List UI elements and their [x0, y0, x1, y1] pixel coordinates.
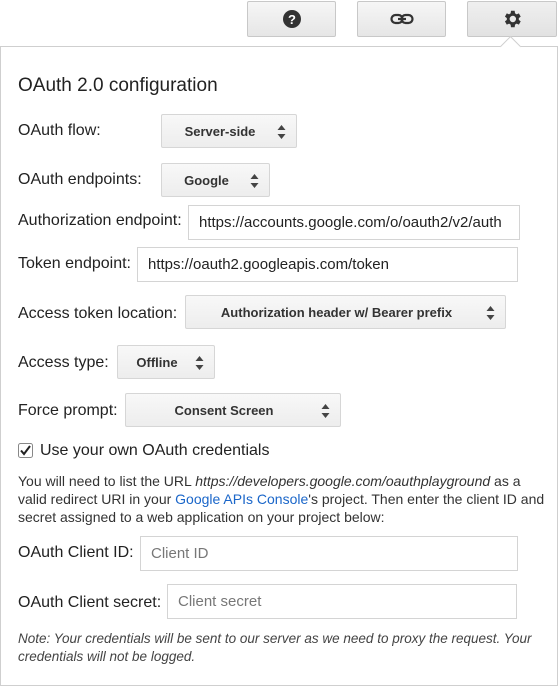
help-button[interactable]: ? — [247, 1, 336, 37]
select-arrows-icon — [277, 125, 286, 139]
select-arrows-icon — [250, 174, 259, 188]
link-icon — [389, 13, 414, 25]
svg-text:?: ? — [288, 12, 296, 27]
client-id-label: OAuth Client ID: — [18, 544, 134, 561]
force-prompt-select[interactable]: Consent Screen — [125, 393, 341, 427]
oauth-endpoints-value: Google — [184, 172, 229, 188]
own-credentials-checkbox[interactable] — [18, 443, 33, 458]
google-apis-console-link[interactable]: Google APIs Console — [175, 491, 308, 507]
token-endpoint-label: Token endpoint: — [18, 255, 131, 272]
oauth-flow-label: OAuth flow: — [18, 122, 101, 139]
oauth-flow-value: Server-side — [184, 123, 256, 139]
client-id-input[interactable]: Client ID — [140, 536, 518, 571]
question-circle-icon: ? — [282, 10, 301, 28]
oauth-flow-select[interactable]: Server-side — [161, 114, 297, 148]
access-type-label: Access type: — [18, 354, 109, 371]
gear-icon — [504, 10, 521, 28]
access-type-select[interactable]: Offline — [117, 345, 215, 379]
panel-title: OAuth 2.0 configuration — [18, 75, 218, 96]
access-type-value: Offline — [136, 354, 178, 370]
toolbar: ? — [0, 0, 559, 47]
force-prompt-label: Force prompt: — [18, 402, 118, 419]
redirect-url: https://developers.google.com/oauthplayg… — [195, 473, 491, 489]
access-token-location-select[interactable]: Authorization header w/ Bearer prefix — [185, 295, 506, 329]
link-button[interactable] — [357, 1, 446, 37]
settings-button[interactable] — [467, 1, 557, 37]
client-secret-input[interactable]: Client secret — [167, 584, 517, 619]
authorization-endpoint-input[interactable]: https://accounts.google.com/o/oauth2/v2/… — [188, 205, 520, 240]
client-secret-label: OAuth Client secret: — [18, 594, 162, 611]
oauth-endpoints-label: OAuth endpoints: — [18, 171, 142, 188]
token-endpoint-input[interactable]: https://oauth2.googleapis.com/token — [137, 247, 518, 282]
authorization-endpoint-label: Authorization endpoint: — [18, 212, 182, 229]
redirect-info-text: You will need to list the URL https://de… — [18, 472, 550, 526]
force-prompt-value: Consent Screen — [174, 402, 274, 418]
select-arrows-icon — [195, 356, 204, 370]
select-arrows-icon — [486, 306, 495, 320]
access-token-location-label: Access token location: — [18, 305, 178, 322]
oauth-endpoints-select[interactable]: Google — [161, 163, 270, 197]
credentials-note: Note: Your credentials will be sent to o… — [18, 631, 532, 664]
own-credentials-label[interactable]: Use your own OAuth credentials — [40, 442, 269, 460]
access-token-location-value: Authorization header w/ Bearer prefix — [220, 304, 453, 320]
select-arrows-icon — [321, 404, 330, 418]
info-part1: You will need to list the URL — [18, 473, 196, 489]
